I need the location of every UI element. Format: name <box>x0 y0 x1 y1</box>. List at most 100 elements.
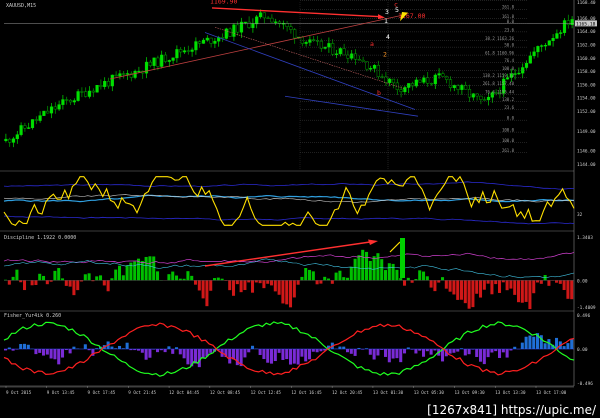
fisher-histogram-bar <box>258 349 262 356</box>
price-candle-body <box>532 51 536 57</box>
current-price-label: 1165.18 <box>576 21 596 27</box>
time-axis-label: 12 Oct 20:45 <box>332 390 363 395</box>
fisher-histogram-bar <box>349 349 353 354</box>
discipline-histogram-bar <box>144 256 148 281</box>
time-axis-label: 13 Oct 09:30 <box>454 390 485 395</box>
price-candle-body <box>418 79 422 83</box>
price-scale-label: 1144.00 <box>577 162 596 168</box>
discipline-histogram-bar <box>68 280 72 287</box>
fisher-histogram-bar <box>148 349 152 358</box>
price-candle-body <box>483 99 487 101</box>
price-candle-body <box>118 73 122 77</box>
price-candle-body <box>422 77 426 83</box>
fib-level-label: 423.6 <box>502 0 515 1</box>
discipline-histogram-bar <box>152 256 156 281</box>
fisher-histogram-bar <box>399 349 403 363</box>
price-candle-body <box>403 87 407 93</box>
discipline-histogram-bar <box>387 263 391 281</box>
fisher-histogram-bar <box>520 342 524 349</box>
fisher-histogram-bar <box>296 349 300 365</box>
discipline-histogram-bar <box>11 276 15 281</box>
fisher-histogram-bar <box>262 349 266 360</box>
fisher-histogram-bar <box>243 349 247 358</box>
discipline-histogram-bar <box>425 276 429 281</box>
time-axis-label: 13 Oct 13:30 <box>495 390 526 395</box>
price-candle-body <box>167 60 171 62</box>
discipline-histogram-bar <box>513 280 517 295</box>
time-axis-label: 13 Oct 05:30 <box>414 390 445 395</box>
price-candle-body <box>179 49 183 53</box>
fisher-histogram-bar <box>209 349 213 353</box>
discipline-histogram-bar <box>277 280 281 295</box>
discipline-histogram-bar <box>342 277 346 281</box>
wave-label-b: b <box>377 89 381 97</box>
discipline-histogram-bar <box>384 270 388 281</box>
price-candle-body <box>46 110 50 114</box>
discipline-histogram-bar <box>110 278 114 281</box>
discipline-histogram-bar <box>125 265 129 281</box>
discipline-histogram-bar <box>57 268 61 281</box>
watermark: [1267x841] https://upic.me/ <box>425 403 598 417</box>
discipline-histogram-bar <box>156 271 160 281</box>
price-scale-label: 1164.00 <box>577 29 596 35</box>
price-candle-body <box>133 70 137 78</box>
discipline-histogram-bar <box>34 280 38 285</box>
fib-level-label: 23.6 <box>504 105 514 110</box>
fib-level-label: 261.8 1157.40 <box>483 81 515 86</box>
wave-label-4: 4 <box>386 33 390 41</box>
discipline-histogram-bar <box>361 249 365 281</box>
discipline-histogram-bar <box>292 280 296 298</box>
discipline-histogram-bar <box>262 280 266 289</box>
price-candle-body <box>171 57 175 61</box>
chart-canvas[interactable]: 1165.18423.6261.8161.80.023.638.2 1163.2… <box>0 0 600 418</box>
price-candle-body <box>372 65 377 69</box>
price-candle-body <box>236 24 240 33</box>
fisher-histogram-bar <box>304 349 308 362</box>
price-candle-body <box>304 42 308 44</box>
price-candle-body <box>87 90 92 97</box>
price-candle-body <box>34 119 38 121</box>
fisher-histogram-bar <box>562 346 566 349</box>
fib-level-label: 0.0 <box>507 19 515 24</box>
discipline-histogram-bar <box>441 277 445 281</box>
fisher-histogram-bar <box>387 349 391 363</box>
fisher-histogram-bar <box>266 349 270 363</box>
fisher-histogram-bar <box>61 349 65 358</box>
discipline-histogram-bar <box>509 280 513 289</box>
fisher-histogram-bar <box>342 346 346 349</box>
discipline-histogram-bar <box>296 280 300 285</box>
price-candle-body <box>255 16 259 25</box>
discipline-histogram-bar <box>102 280 106 286</box>
fisher-histogram-bar <box>228 349 232 364</box>
discipline-spike-bar <box>400 238 405 278</box>
osc-scale-label: 32 <box>577 212 583 218</box>
price-scale-label: 1166.00 <box>577 16 596 22</box>
fisher-histogram-bar <box>156 349 160 353</box>
time-axis-label: 13 Oct 17:00 <box>536 390 567 395</box>
fisher-histogram-bar <box>38 349 42 353</box>
discipline-histogram-bar <box>270 280 274 286</box>
fisher-histogram-bar <box>300 349 304 357</box>
price-candle-body <box>137 70 141 73</box>
discipline-histogram-bar <box>216 277 220 281</box>
symbol-title: XAUUSD,M15 <box>6 3 37 9</box>
fisher-histogram-bar <box>498 349 502 358</box>
time-axis-label: 9 Oct 13:45 <box>47 390 75 395</box>
fisher-histogram-bar <box>42 349 46 356</box>
price-candle-body <box>213 40 217 44</box>
discipline-histogram-bar <box>517 280 521 303</box>
discipline-histogram-bar <box>399 278 403 281</box>
discipline-histogram-bar <box>505 280 509 291</box>
price-candle-body <box>437 73 441 76</box>
fib-level-label: 100.0 <box>502 138 515 143</box>
discipline-histogram-bar <box>53 270 57 281</box>
discipline-histogram-bar <box>479 280 483 298</box>
price-candle-body <box>331 43 335 55</box>
price-candle-body <box>38 115 42 121</box>
fisher-histogram-bar <box>273 349 277 362</box>
discipline-histogram-bar <box>266 280 270 284</box>
price-candle-body <box>49 106 54 114</box>
price-candle-body <box>42 110 46 116</box>
fisher-histogram-bar <box>83 344 87 349</box>
price-candle-body <box>369 68 373 70</box>
